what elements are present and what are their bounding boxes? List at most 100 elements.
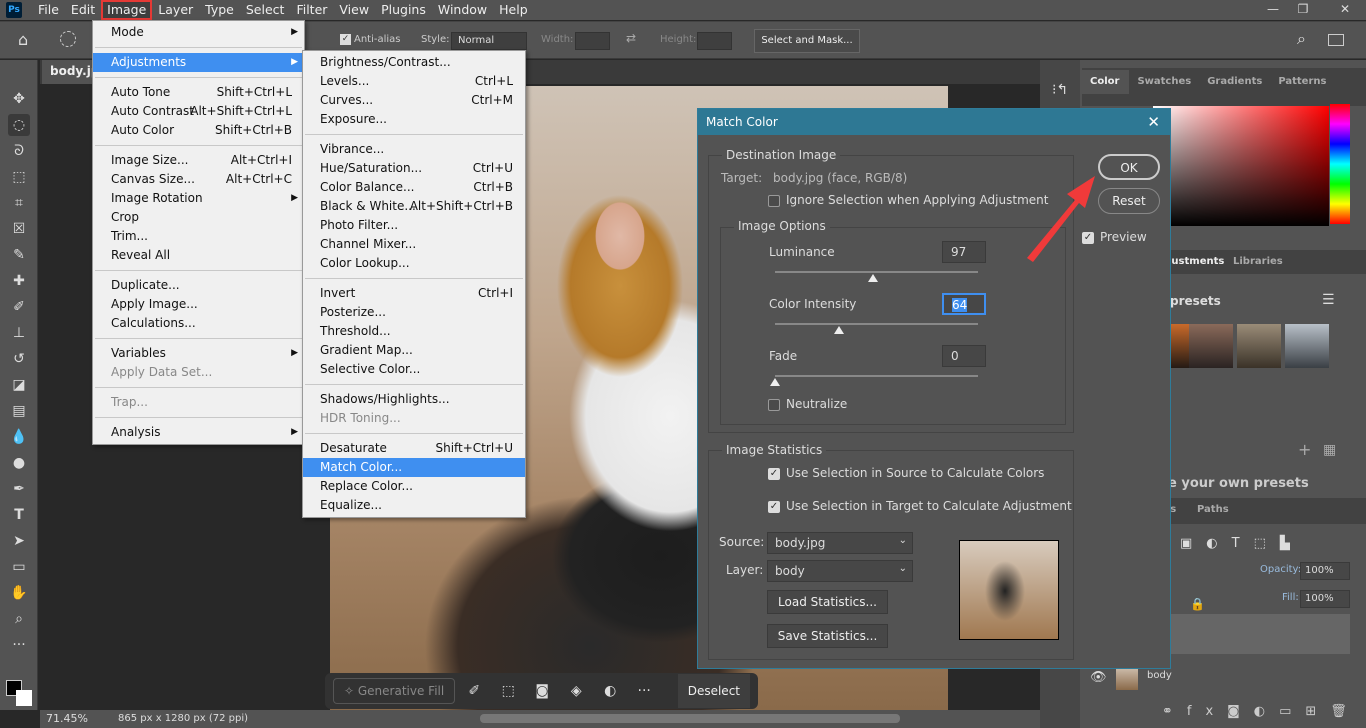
frame-tool-icon[interactable]: ☒ xyxy=(8,218,30,240)
menu-select[interactable]: Select xyxy=(240,0,291,20)
menu-item-replace-color[interactable]: Replace Color... xyxy=(303,477,525,496)
zoom-level[interactable]: 71.45% xyxy=(46,712,88,725)
menu-item-calculations[interactable]: Calculations... xyxy=(93,314,304,333)
menu-layer[interactable]: Layer xyxy=(152,0,199,20)
menu-item-threshold[interactable]: Threshold... xyxy=(303,322,525,341)
select-and-mask-button[interactable]: Select and Mask... xyxy=(754,29,860,53)
background-color-swatch[interactable] xyxy=(16,690,32,706)
width-input[interactable] xyxy=(575,32,610,50)
style-select[interactable]: Normal xyxy=(451,32,527,50)
menu-image[interactable]: Image xyxy=(101,0,153,20)
tab-paths[interactable]: Paths xyxy=(1197,504,1229,515)
preview-label[interactable]: Preview xyxy=(1100,230,1147,244)
more-options-icon[interactable]: ··· xyxy=(629,683,659,699)
layer-action-icons[interactable]: ⚭fx◙◐▭⊞🗑 xyxy=(1162,704,1361,719)
visibility-eye-icon[interactable]: 👁 xyxy=(1090,670,1107,685)
menu-item-apply-image[interactable]: Apply Image... xyxy=(93,295,304,314)
anti-alias-checkbox[interactable]: ✓ xyxy=(340,34,351,45)
gradient-tool-icon[interactable]: ▤ xyxy=(8,400,30,422)
transform-selection-icon[interactable]: ⬚ xyxy=(493,683,523,699)
tab-gradients[interactable]: Gradients xyxy=(1199,70,1270,94)
pen-tool-icon[interactable]: ✒ xyxy=(8,478,30,500)
menu-view[interactable]: View xyxy=(333,0,375,20)
crop-tool-icon[interactable]: ⌗ xyxy=(8,192,30,214)
swap-icon[interactable]: ⇄ xyxy=(626,31,636,45)
color-picker-field[interactable] xyxy=(1153,106,1329,226)
eyedropper-icon[interactable]: ✎ xyxy=(8,244,30,266)
mask-icon[interactable]: ◙ xyxy=(527,683,557,699)
blur-tool-icon[interactable]: 💧 xyxy=(8,426,30,448)
grid-view-icon[interactable]: ▦ xyxy=(1323,442,1336,458)
use-target-selection-checkbox[interactable]: ✓ xyxy=(768,501,780,513)
lock-icon[interactable]: 🔒 xyxy=(1190,597,1205,611)
add-preset-icon[interactable]: + xyxy=(1298,440,1311,459)
menu-item-exposure[interactable]: Exposure... xyxy=(303,110,525,129)
ignore-selection-label[interactable]: Ignore Selection when Applying Adjustmen… xyxy=(786,193,1048,207)
ok-button[interactable]: OK xyxy=(1098,154,1160,180)
fade-input[interactable]: 0 xyxy=(942,345,986,367)
menu-item-adjustments[interactable]: Adjustments ▶ xyxy=(93,53,304,72)
minimize-button[interactable]: — xyxy=(1258,0,1288,20)
generative-fill-button[interactable]: ✧ Generative Fill xyxy=(333,678,456,704)
menu-file[interactable]: File xyxy=(32,0,65,20)
deselect-button[interactable]: Deselect xyxy=(677,674,750,708)
fill-input[interactable]: 100% xyxy=(1300,590,1350,608)
tab-swatches[interactable]: Swatches xyxy=(1129,70,1199,94)
adjustment-icon[interactable]: ◐ xyxy=(595,683,625,699)
menu-type[interactable]: Type xyxy=(199,0,240,20)
layer-filter-icons[interactable]: ▣◐T⬚▙ xyxy=(1180,536,1304,551)
menu-item-desaturate[interactable]: Desaturate Shift+Ctrl+U xyxy=(303,439,525,458)
horizontal-scrollbar[interactable] xyxy=(480,714,900,723)
menu-edit[interactable]: Edit xyxy=(65,0,101,20)
reset-button[interactable]: Reset xyxy=(1098,188,1160,214)
color-intensity-slider-thumb[interactable] xyxy=(834,326,845,334)
menu-item-variables[interactable]: Variables ▶ xyxy=(93,344,304,363)
healing-brush-icon[interactable]: ✚ xyxy=(8,270,30,292)
menu-window[interactable]: Window xyxy=(432,0,493,20)
use-source-selection-label[interactable]: Use Selection in Source to Calculate Col… xyxy=(786,466,1044,480)
menu-item-auto-color[interactable]: Auto Color Shift+Ctrl+B xyxy=(93,121,304,140)
zoom-tool-icon[interactable]: ⌕ xyxy=(8,608,30,630)
opacity-input[interactable]: 100% xyxy=(1300,562,1350,580)
menu-item-vibrance[interactable]: Vibrance... xyxy=(303,140,525,159)
tab-color[interactable]: Color xyxy=(1080,70,1130,94)
preset-thumb[interactable] xyxy=(1285,324,1329,368)
eraser-icon[interactable]: ◪ xyxy=(8,374,30,396)
history-icon[interactable]: ⁝↰ xyxy=(1052,82,1068,98)
menu-item-hue-saturation[interactable]: Hue/Saturation... Ctrl+U xyxy=(303,159,525,178)
workspace-icon[interactable] xyxy=(1328,34,1344,46)
clone-stamp-icon[interactable]: ⊥ xyxy=(8,322,30,344)
tab-libraries[interactable]: Libraries xyxy=(1233,256,1283,267)
restore-button[interactable]: ❐ xyxy=(1288,0,1318,20)
object-select-icon[interactable]: ⬚ xyxy=(8,166,30,188)
menu-item-auto-contrast[interactable]: Auto Contrast Alt+Shift+Ctrl+L xyxy=(93,102,304,121)
neutralize-label[interactable]: Neutralize xyxy=(786,397,847,411)
list-view-icon[interactable]: ☰ xyxy=(1322,292,1335,308)
menu-item-image-size[interactable]: Image Size... Alt+Ctrl+I xyxy=(93,151,304,170)
menu-item-color-lookup[interactable]: Color Lookup... xyxy=(303,254,525,273)
neutralize-checkbox[interactable] xyxy=(768,399,780,411)
rectangle-tool-icon[interactable]: ▭ xyxy=(8,556,30,578)
move-tool-icon[interactable]: ✥ xyxy=(8,88,30,110)
brush-icon[interactable]: ✐ xyxy=(459,683,489,699)
menu-item-auto-tone[interactable]: Auto Tone Shift+Ctrl+L xyxy=(93,83,304,102)
menu-item-curves[interactable]: Curves... Ctrl+M xyxy=(303,91,525,110)
history-brush-icon[interactable]: ↺ xyxy=(8,348,30,370)
height-input[interactable] xyxy=(697,32,732,50)
load-statistics-button[interactable]: Load Statistics... xyxy=(767,590,888,614)
luminance-slider[interactable] xyxy=(775,271,978,273)
menu-item-mode[interactable]: Mode ▶ xyxy=(93,23,304,42)
menu-item-posterize[interactable]: Posterize... xyxy=(303,303,525,322)
menu-item-shadows-highlights[interactable]: Shadows/Highlights... xyxy=(303,390,525,409)
tab-patterns[interactable]: Patterns xyxy=(1270,70,1334,94)
hand-tool-icon[interactable]: ✋ xyxy=(8,582,30,604)
menu-item-canvas-size[interactable]: Canvas Size... Alt+Ctrl+C xyxy=(93,170,304,189)
layer-select[interactable]: body ⌄ xyxy=(767,560,913,582)
fade-slider-thumb[interactable] xyxy=(770,378,780,386)
fade-slider[interactable] xyxy=(775,375,978,377)
marquee-tool-icon[interactable]: ◌ xyxy=(8,114,30,136)
use-source-selection-checkbox[interactable]: ✓ xyxy=(768,468,780,480)
elliptical-marquee-icon[interactable] xyxy=(60,31,76,47)
menu-item-selective-color[interactable]: Selective Color... xyxy=(303,360,525,379)
dodge-tool-icon[interactable]: ● xyxy=(8,452,30,474)
